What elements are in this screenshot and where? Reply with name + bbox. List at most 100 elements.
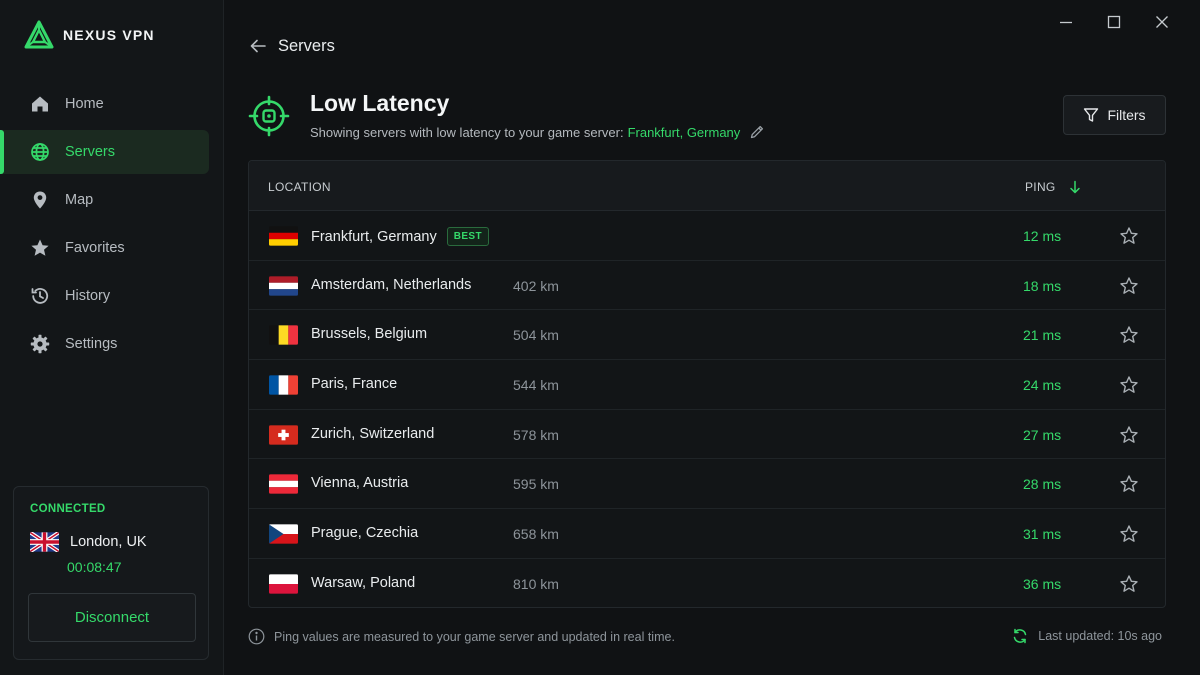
brand: NEXUS VPN <box>24 20 155 50</box>
best-badge: BEST <box>446 227 489 246</box>
row-city-label: Vienna, Austria <box>311 475 409 492</box>
back-arrow-icon[interactable] <box>248 36 268 56</box>
row-location: Vienna, Austria <box>311 475 408 491</box>
ch-flag-icon <box>269 425 298 445</box>
maximize-button[interactable] <box>1090 10 1138 34</box>
favorite-star-icon[interactable] <box>1119 226 1139 246</box>
maximize-icon <box>1107 15 1121 29</box>
window-controls <box>1042 10 1186 34</box>
home-icon <box>30 94 50 114</box>
last-updated: Last updated: 10s ago <box>1012 628 1162 644</box>
nl-flag-icon <box>269 276 298 296</box>
minimize-button[interactable] <box>1042 10 1090 34</box>
filter-funnel-icon <box>1084 108 1099 122</box>
row-city-label: Zurich, Switzerland <box>311 425 435 442</box>
sidebar-item-home[interactable]: Home <box>0 82 209 126</box>
row-city-label: Warsaw, Poland <box>311 574 416 591</box>
connection-card: CONNECTED London, UK 00:08:47 Disconnect <box>13 486 209 660</box>
sidebar-item-history[interactable]: History <box>0 274 209 318</box>
be-flag-icon <box>269 325 298 346</box>
subtitle-text: Showing servers with low latency to your… <box>310 124 624 140</box>
row-ping: 27 ms <box>1023 426 1062 443</box>
refresh-icon[interactable] <box>1012 628 1028 644</box>
column-header-location[interactable]: LOCATION <box>268 180 331 194</box>
favorite-star-icon[interactable] <box>1119 474 1139 494</box>
row-distance: 658 km <box>513 526 559 543</box>
main-panel: Servers Low Latency Showing servers with… <box>224 0 1200 675</box>
row-location: Amsterdam, Netherlands <box>311 277 471 293</box>
footer-note-text: Ping values are measured to your game se… <box>274 629 675 644</box>
close-icon <box>1156 16 1168 28</box>
uk-flag-icon <box>30 532 59 552</box>
connection-location-label: London, UK <box>70 534 147 550</box>
game-server-link[interactable]: Frankfurt, Germany <box>628 125 741 140</box>
filters-label: Filters <box>1107 107 1146 123</box>
sidebar-item-label: Settings <box>65 336 118 352</box>
table-row[interactable]: Paris, France 544 km 24 ms <box>249 360 1165 410</box>
app-name: NEXUS VPN <box>63 27 155 43</box>
favorite-star-icon[interactable] <box>1119 375 1139 395</box>
sidebar-nav: Home Servers Map Favorites History Setti… <box>0 82 223 370</box>
fr-flag-icon <box>269 375 298 395</box>
info-icon <box>248 628 265 645</box>
history-icon <box>30 286 50 306</box>
crosshair-target-icon <box>248 95 290 137</box>
row-ping: 28 ms <box>1023 476 1062 493</box>
server-table: LOCATION PING Frankfurt, Germany BEST 12 m… <box>248 160 1166 608</box>
connection-timer: 00:08:47 <box>67 559 122 575</box>
row-location: Brussels, Belgium <box>311 326 427 342</box>
sidebar-item-servers[interactable]: Servers <box>0 130 209 174</box>
sidebar-item-label: Home <box>65 96 104 112</box>
table-body: Frankfurt, Germany BEST 12 ms Amsterdam, Ne… <box>249 211 1165 607</box>
favorite-star-icon[interactable] <box>1119 425 1139 445</box>
row-city-label: Brussels, Belgium <box>311 326 428 343</box>
sidebar-item-settings[interactable]: Settings <box>0 322 209 366</box>
row-ping: 36 ms <box>1023 575 1062 592</box>
breadcrumb-label: Servers <box>278 36 335 55</box>
row-city-label: Paris, France <box>311 376 398 393</box>
favorite-star-icon[interactable] <box>1119 325 1139 345</box>
row-location: Paris, France <box>311 376 397 392</box>
table-row[interactable]: Amsterdam, Netherlands 402 km 18 ms <box>249 261 1165 311</box>
footer-note: Ping values are measured to your game se… <box>248 628 675 645</box>
table-row[interactable]: Vienna, Austria 595 km 28 ms <box>249 459 1165 510</box>
table-row[interactable]: Brussels, Belgium 504 km 21 ms <box>249 310 1165 361</box>
sidebar: NEXUS VPN Home Servers Map Favorites His… <box>0 0 224 675</box>
favorite-star-icon[interactable] <box>1119 276 1139 296</box>
nexus-logo-icon <box>24 20 54 49</box>
sort-down-arrow-icon <box>1069 180 1080 194</box>
de-flag-icon <box>269 226 298 246</box>
sidebar-item-label: History <box>65 288 111 304</box>
row-distance: 810 km <box>513 575 559 592</box>
pencil-edit-icon[interactable] <box>749 124 765 140</box>
row-distance: 544 km <box>513 377 559 394</box>
row-distance: 504 km <box>513 327 559 344</box>
row-location: Frankfurt, Germany BEST <box>311 227 489 246</box>
table-header: LOCATION PING <box>249 161 1165 211</box>
disconnect-button[interactable]: Disconnect <box>28 593 196 642</box>
favorite-star-icon[interactable] <box>1119 574 1139 594</box>
favorite-star-icon[interactable] <box>1119 524 1139 544</box>
table-row[interactable]: Zurich, Switzerland 578 km 27 ms <box>249 410 1165 460</box>
connection-location: London, UK <box>30 532 147 552</box>
page-title: Low Latency <box>310 90 450 116</box>
sidebar-item-label: Map <box>65 192 94 208</box>
table-row[interactable]: Warsaw, Poland 810 km 36 ms <box>249 559 1165 607</box>
table-row[interactable]: Prague, Czechia 658 km 31 ms <box>249 509 1165 559</box>
sidebar-item-favorites[interactable]: Favorites <box>0 226 209 270</box>
filters-button[interactable]: Filters <box>1063 95 1166 135</box>
column-header-ping[interactable]: PING <box>1025 180 1082 194</box>
sidebar-item-map[interactable]: Map <box>0 178 209 222</box>
row-distance: 402 km <box>513 277 559 294</box>
last-updated-text: Last updated: 10s ago <box>1038 629 1162 643</box>
row-ping: 21 ms <box>1023 327 1062 344</box>
row-ping: 12 ms <box>1023 228 1062 244</box>
table-row[interactable]: Frankfurt, Germany BEST 12 ms <box>249 211 1165 261</box>
star-icon <box>30 238 50 258</box>
close-button[interactable] <box>1138 10 1186 34</box>
pl-flag-icon <box>269 574 298 594</box>
map-pin-icon <box>30 190 50 210</box>
row-location: Zurich, Switzerland <box>311 426 434 442</box>
gear-icon <box>30 334 50 354</box>
row-distance: 578 km <box>513 426 559 443</box>
